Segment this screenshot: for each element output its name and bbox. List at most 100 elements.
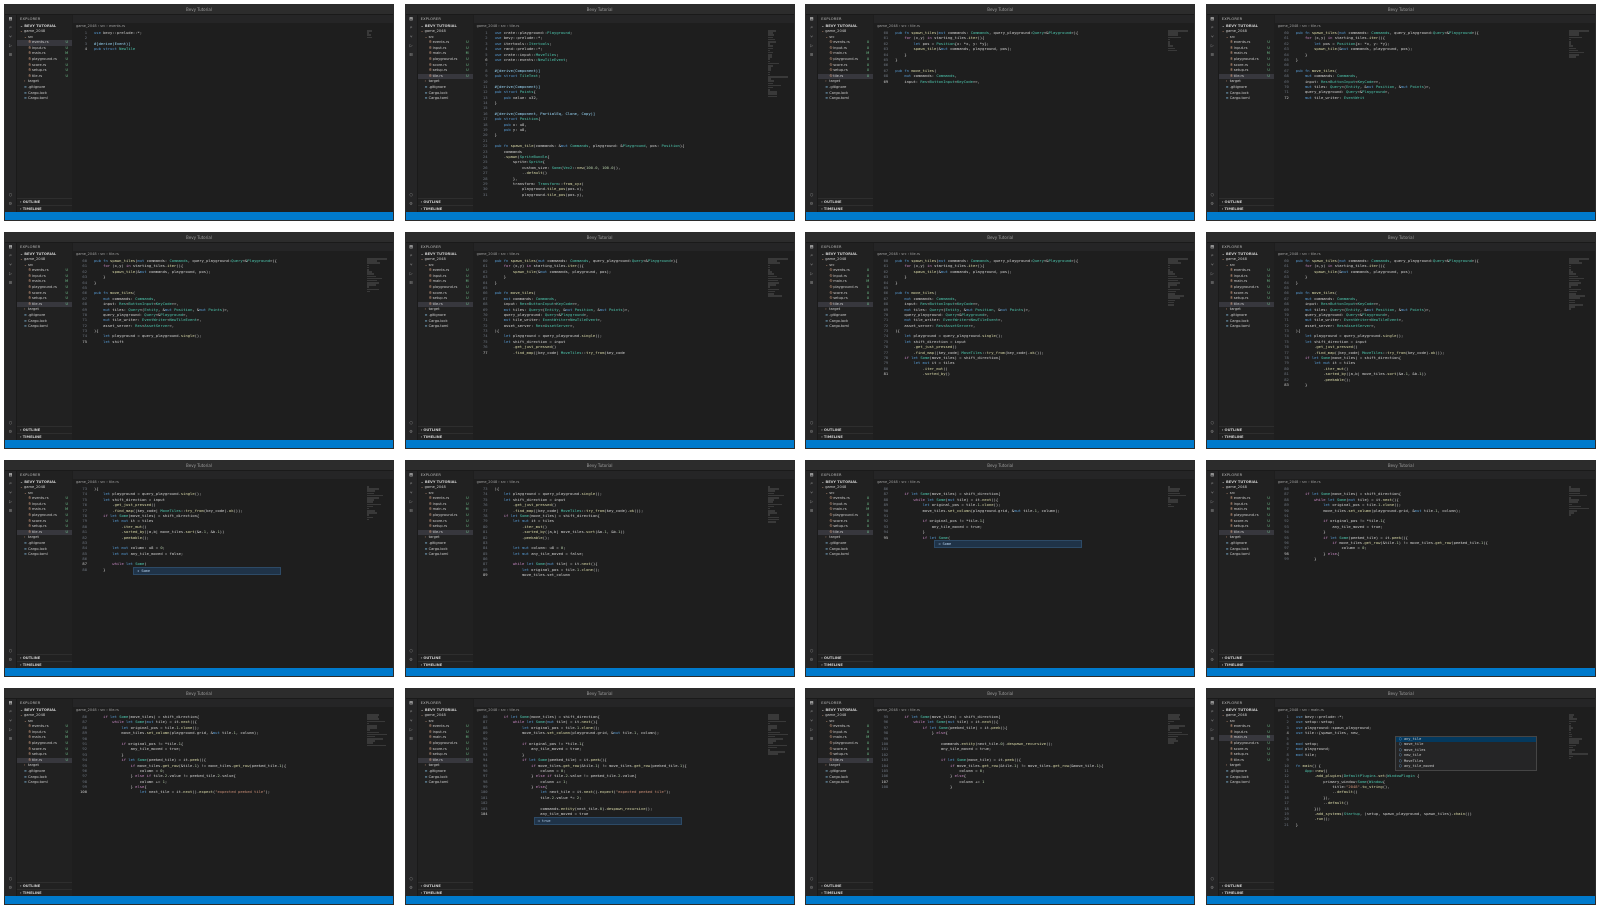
code-view[interactable]: 60 pub fn spawn_tiles(mut commands: Comma…	[474, 258, 764, 440]
code-view[interactable]: 60 pub fn spawn_tiles(mut commands: Comma…	[73, 258, 363, 440]
extensions-icon[interactable]: ⊞	[1207, 507, 1218, 516]
gear-icon[interactable]: ⚙	[1207, 200, 1218, 209]
run-debug-icon[interactable]: ▷	[806, 42, 817, 51]
code-view[interactable]: 86 if let Some(move_tiles) = shift_direc…	[73, 714, 363, 896]
code-view[interactable]: 73){74 let playground = query_playground…	[474, 486, 764, 668]
inline-suggestion-hint[interactable]: ⇥ true	[533, 816, 682, 825]
explorer-icon[interactable]: ▤	[806, 15, 817, 24]
timeline-panel-header[interactable]: › TIMELINE	[417, 433, 473, 440]
minimap[interactable]	[1568, 486, 1589, 668]
minimap[interactable]	[367, 486, 387, 668]
outline-panel-header[interactable]: › OUTLINE	[417, 198, 473, 205]
file-tree-item[interactable]: ≡Cargo.toml	[1219, 96, 1274, 102]
source-control-icon[interactable]: ⑂	[1207, 489, 1218, 498]
file-tree-item[interactable]: ≡Cargo.toml	[418, 324, 473, 330]
run-debug-icon[interactable]: ▷	[406, 726, 417, 735]
search-icon[interactable]: ⌕	[5, 708, 16, 717]
explorer-icon[interactable]: ▤	[5, 699, 16, 708]
explorer-icon[interactable]: ▤	[1207, 243, 1218, 252]
breadcrumb[interactable]: game_2048 › src › tile.rs	[474, 479, 794, 485]
explorer-icon[interactable]: ▤	[406, 699, 417, 708]
account-icon[interactable]: ◯	[406, 647, 417, 656]
search-icon[interactable]: ⌕	[406, 480, 417, 489]
extensions-icon[interactable]: ⊞	[806, 507, 817, 516]
run-debug-icon[interactable]: ▷	[806, 498, 817, 507]
account-icon[interactable]: ◯	[806, 191, 817, 200]
extensions-icon[interactable]: ⊞	[5, 279, 16, 288]
timeline-panel-header[interactable]: › TIMELINE	[818, 661, 874, 668]
gear-icon[interactable]: ⚙	[406, 884, 417, 893]
account-icon[interactable]: ◯	[806, 419, 817, 428]
outline-panel-header[interactable]: › OUTLINE	[1218, 426, 1274, 433]
outline-panel-header[interactable]: › OUTLINE	[818, 654, 874, 661]
source-control-icon[interactable]: ⑂	[806, 261, 817, 270]
run-debug-icon[interactable]: ▷	[1207, 726, 1218, 735]
timeline-panel-header[interactable]: › TIMELINE	[1218, 661, 1274, 668]
timeline-panel-header[interactable]: › TIMELINE	[417, 661, 473, 668]
run-debug-icon[interactable]: ▷	[406, 42, 417, 51]
explorer-icon[interactable]: ▤	[5, 15, 16, 24]
breadcrumb[interactable]: game_2048 › src › events.rs	[73, 23, 393, 29]
gear-icon[interactable]: ⚙	[5, 884, 16, 893]
breadcrumb[interactable]: game_2048 › src › tile.rs	[874, 251, 1194, 257]
breadcrumb[interactable]: game_2048 › src › main.rs	[1275, 707, 1595, 713]
run-debug-icon[interactable]: ▷	[1207, 270, 1218, 279]
search-icon[interactable]: ⌕	[806, 252, 817, 261]
extensions-icon[interactable]: ⊞	[406, 507, 417, 516]
code-view[interactable]: 86 if let Some(move_tiles) = shift_direc…	[474, 714, 764, 896]
breadcrumb[interactable]: game_2048 › src › tile.rs	[874, 707, 1194, 713]
search-icon[interactable]: ⌕	[1207, 708, 1218, 717]
minimap[interactable]	[367, 258, 387, 440]
file-tree-item[interactable]: ≡Cargo.toml	[1219, 780, 1274, 786]
extensions-icon[interactable]: ⊞	[406, 735, 417, 744]
file-tree-item[interactable]: ≡Cargo.toml	[17, 96, 72, 102]
account-icon[interactable]: ◯	[5, 647, 16, 656]
file-tree-item[interactable]: ≡Cargo.toml	[818, 324, 873, 330]
outline-panel-header[interactable]: › OUTLINE	[417, 882, 473, 889]
minimap[interactable]	[1168, 258, 1189, 440]
minimap[interactable]	[1168, 30, 1189, 212]
extensions-icon[interactable]: ⊞	[806, 51, 817, 60]
extensions-icon[interactable]: ⊞	[5, 735, 16, 744]
source-control-icon[interactable]: ⑂	[5, 489, 16, 498]
code-view[interactable]: 1 use bevy::prelude::*; 2 3 #[derive(Event)]…	[73, 30, 363, 212]
run-debug-icon[interactable]: ▷	[1207, 42, 1218, 51]
source-control-icon[interactable]: ⑂	[1207, 33, 1218, 42]
explorer-icon[interactable]: ▤	[806, 243, 817, 252]
file-tree-item[interactable]: ≡Cargo.toml	[418, 780, 473, 786]
account-icon[interactable]: ◯	[1207, 875, 1218, 884]
run-debug-icon[interactable]: ▷	[5, 270, 16, 279]
search-icon[interactable]: ⌕	[5, 252, 16, 261]
source-control-icon[interactable]: ⑂	[806, 717, 817, 726]
gear-icon[interactable]: ⚙	[406, 656, 417, 665]
run-debug-icon[interactable]: ▷	[5, 42, 16, 51]
autocomplete-suggestions[interactable]: ⬡ any_tile ⬡ move_tile ⬡ move_tiles ⬡ new_tile ⬡…	[1394, 735, 1537, 771]
timeline-panel-header[interactable]: › TIMELINE	[818, 205, 874, 212]
minimap[interactable]	[1568, 258, 1589, 440]
timeline-panel-header[interactable]: › TIMELINE	[417, 889, 473, 896]
breadcrumb[interactable]: game_2048 › src › tile.rs	[874, 23, 1194, 29]
run-debug-icon[interactable]: ▷	[406, 270, 417, 279]
account-icon[interactable]: ◯	[806, 647, 817, 656]
account-icon[interactable]: ◯	[5, 419, 16, 428]
outline-panel-header[interactable]: › OUTLINE	[818, 198, 874, 205]
gear-icon[interactable]: ⚙	[806, 884, 817, 893]
timeline-panel-header[interactable]: › TIMELINE	[17, 205, 72, 212]
minimap[interactable]	[767, 714, 788, 896]
explorer-icon[interactable]: ▤	[406, 15, 417, 24]
gear-icon[interactable]: ⚙	[406, 200, 417, 209]
gear-icon[interactable]: ⚙	[406, 428, 417, 437]
inline-suggestion-hint[interactable]: ⇥ Some	[133, 567, 281, 575]
search-icon[interactable]: ⌕	[1207, 480, 1218, 489]
timeline-panel-header[interactable]: › TIMELINE	[818, 433, 874, 440]
outline-panel-header[interactable]: › OUTLINE	[17, 426, 72, 433]
source-control-icon[interactable]: ⑂	[806, 489, 817, 498]
gear-icon[interactable]: ⚙	[5, 428, 16, 437]
outline-panel-header[interactable]: › OUTLINE	[818, 426, 874, 433]
minimap[interactable]	[367, 714, 387, 896]
timeline-panel-header[interactable]: › TIMELINE	[1218, 205, 1274, 212]
breadcrumb[interactable]: game_2048 › src › tile.rs	[1275, 479, 1595, 485]
account-icon[interactable]: ◯	[5, 191, 16, 200]
suggestion-item[interactable]: ⬡ any_tile_moved	[1396, 764, 1536, 770]
extensions-icon[interactable]: ⊞	[406, 279, 417, 288]
